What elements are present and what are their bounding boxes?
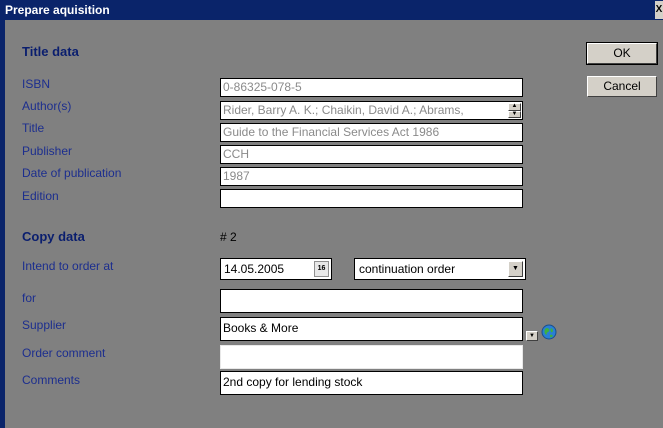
- supplier-field[interactable]: Books & More: [220, 317, 523, 341]
- intend-to-order-label: Intend to order at: [22, 259, 114, 273]
- comments-field[interactable]: 2nd copy for lending stock: [220, 371, 523, 395]
- title-field[interactable]: Guide to the Financial Services Act 1986: [220, 123, 523, 142]
- spin-down-icon[interactable]: ▼: [508, 110, 521, 118]
- order-comment-label: Order comment: [22, 346, 106, 360]
- authors-spinner: ▲ ▼: [508, 103, 521, 118]
- ok-button[interactable]: OK: [586, 42, 658, 65]
- close-button[interactable]: X: [655, 1, 663, 19]
- window-left-edge: [0, 20, 5, 428]
- isbn-field[interactable]: 0-86325-078-5: [220, 78, 523, 97]
- supplier-label: Supplier: [22, 318, 67, 332]
- globe-icon[interactable]: [541, 324, 557, 340]
- order-type-value: continuation order: [359, 262, 456, 276]
- title-label: Title: [22, 121, 45, 135]
- edition-label: Edition: [22, 189, 59, 203]
- comments-label: Comments: [22, 373, 81, 387]
- order-type-select[interactable]: continuation order ▼: [354, 258, 526, 280]
- title-bar: Prepare aquisition X: [0, 0, 663, 20]
- copy-number: # 2: [220, 230, 237, 244]
- calendar-icon[interactable]: 16: [314, 261, 329, 277]
- chevron-down-icon[interactable]: ▼: [508, 261, 523, 277]
- for-label: for: [22, 291, 37, 305]
- date-of-publication-label: Date of publication: [22, 166, 122, 180]
- order-date-value: 14.05.2005: [224, 262, 285, 276]
- supplier-dropdown-icon[interactable]: ▼: [526, 331, 538, 341]
- order-date-field[interactable]: 14.05.2005 16: [220, 258, 332, 280]
- spin-up-icon[interactable]: ▲: [508, 103, 521, 111]
- edition-field[interactable]: [220, 189, 523, 208]
- publisher-field[interactable]: CCH: [220, 145, 523, 164]
- prepare-acquisition-dialog: Prepare aquisition X Title data OK Cance…: [0, 0, 663, 428]
- order-comment-field[interactable]: [220, 345, 523, 369]
- publisher-label: Publisher: [22, 144, 73, 158]
- cancel-button[interactable]: Cancel: [587, 76, 657, 97]
- authors-field[interactable]: Rider, Barry A. K.; Chaikin, David A.; A…: [220, 101, 523, 120]
- for-field[interactable]: [220, 289, 523, 313]
- authors-label: Author(s): [22, 99, 72, 113]
- date-of-publication-field[interactable]: 1987: [220, 167, 523, 186]
- window-title: Prepare aquisition: [5, 3, 110, 17]
- authors-value: Rider, Barry A. K.; Chaikin, David A.; A…: [223, 103, 464, 117]
- title-data-heading: Title data: [22, 44, 79, 59]
- isbn-label: ISBN: [22, 77, 51, 91]
- copy-data-heading: Copy data: [22, 229, 85, 244]
